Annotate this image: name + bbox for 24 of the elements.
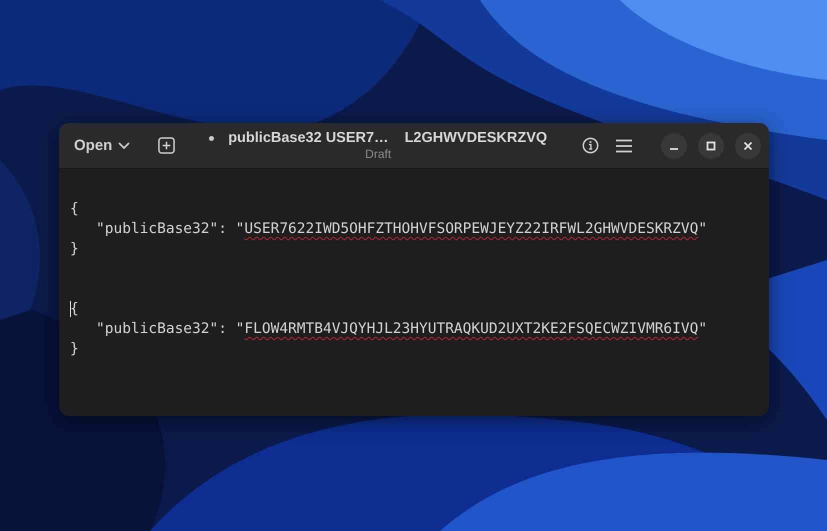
code-text: "publicBase32": " bbox=[96, 321, 244, 337]
chevron-down-icon bbox=[118, 142, 130, 150]
window-title: publicBase32 USER7… bbox=[228, 130, 389, 146]
code-text: "publicBase32": " bbox=[96, 221, 244, 237]
window-subtitle: Draft bbox=[365, 147, 392, 161]
code-text: { bbox=[70, 301, 79, 317]
code-text: } bbox=[70, 341, 79, 357]
code-text: " bbox=[698, 321, 708, 337]
window-title: L2GHWVDESKRZVQ bbox=[404, 130, 548, 146]
misspelled-text: USER7622IWD5OHFZTHOHVFSORPEWJEYZ22IRFWL2GHWVDESKRZVQ bbox=[244, 221, 698, 237]
misspelled-text: FLOW4RMTB4VJQYHJL23HYUTRAQKUD2UXT2KE2FSQECWZIVMR6IVQ bbox=[244, 321, 698, 337]
open-menu-button[interactable]: Open bbox=[67, 131, 138, 160]
maximize-button[interactable] bbox=[698, 132, 724, 158]
code-text: } bbox=[70, 241, 79, 257]
minimize-button[interactable] bbox=[661, 132, 687, 158]
plus-square-icon bbox=[158, 137, 175, 154]
close-button[interactable] bbox=[735, 132, 761, 158]
code-text: " bbox=[698, 221, 708, 237]
maximize-icon bbox=[706, 140, 716, 150]
menu-icon bbox=[616, 138, 632, 152]
code-text: { bbox=[70, 201, 79, 217]
minimize-icon bbox=[670, 148, 678, 150]
info-icon bbox=[582, 137, 598, 154]
close-icon bbox=[743, 140, 753, 150]
